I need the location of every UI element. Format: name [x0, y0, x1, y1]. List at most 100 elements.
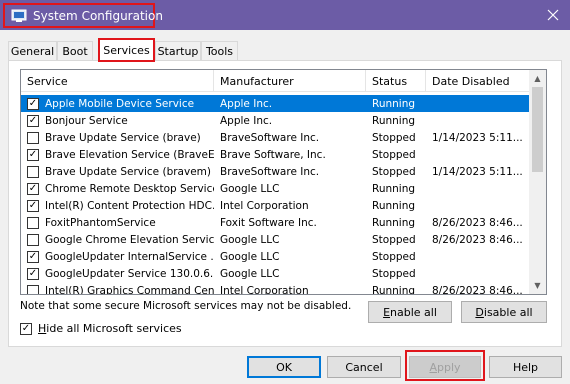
apply-mnemonic: A	[429, 360, 437, 374]
ok-button[interactable]: OK	[247, 356, 321, 378]
manufacturer-cell: Google LLC	[220, 267, 280, 280]
service-cell: ✓ Chrome Remote Desktop Service	[21, 182, 214, 195]
service-name: Brave Elevation Service (BraveEl...	[45, 148, 214, 161]
table-row[interactable]: ✓ GoogleUpdater InternalService ... Google…	[21, 248, 530, 265]
date-disabled-cell: 8/26/2023 8:46...	[432, 233, 523, 246]
title-highlight-box: System Configuration	[3, 3, 163, 28]
service-checkbox[interactable]	[27, 131, 39, 144]
date-disabled-cell: 1/14/2023 5:11...	[432, 131, 523, 144]
service-checkbox[interactable]	[27, 165, 39, 178]
service-checkbox[interactable]: ✓	[27, 148, 39, 161]
service-rows: ✓ Apple Mobile Device Service Apple Inc. Ru…	[21, 95, 530, 295]
hide-microsoft-services-label: Hide all Microsoft services	[38, 322, 182, 335]
enable-all-mnemonic: E	[383, 305, 391, 319]
close-button[interactable]	[536, 0, 570, 30]
services-list[interactable]: Service Manufacturer Status Date Disable…	[20, 69, 547, 295]
service-cell: FoxitPhantomService	[21, 216, 214, 229]
service-cell: ✓ Brave Elevation Service (BraveEl...	[21, 148, 214, 161]
table-row[interactable]: ✓ Apple Mobile Device Service Apple Inc. Ru…	[21, 95, 530, 112]
apply-button[interactable]: Apply	[409, 356, 481, 378]
service-cell: Google Chrome Elevation Servic...	[21, 233, 214, 246]
table-row[interactable]: ✓ GoogleUpdater Service 130.0.6... Google …	[21, 265, 530, 282]
table-row[interactable]: Google Chrome Elevation Servic... Google …	[21, 231, 530, 248]
manufacturer-cell: Google LLC	[220, 233, 280, 246]
table-row[interactable]: ✓ Brave Elevation Service (BraveEl... Brav…	[21, 146, 530, 163]
table-row[interactable]: Brave Update Service (bravem) BraveSoftwa…	[21, 163, 530, 180]
table-row[interactable]: Brave Update Service (brave) BraveSoftwar…	[21, 129, 530, 146]
apply-label: pply	[437, 360, 461, 374]
service-checkbox[interactable]: ✓	[27, 250, 39, 263]
service-checkbox[interactable]: ✓	[27, 97, 39, 110]
service-cell: Intel(R) Graphics Command Cen...	[21, 284, 214, 295]
table-row[interactable]: FoxitPhantomService Foxit Software Inc. Ru…	[21, 214, 530, 231]
disable-all-mnemonic: D	[475, 305, 484, 319]
service-name: Bonjour Service	[45, 114, 128, 127]
table-row[interactable]: ✓ Bonjour Service Apple Inc. Running	[21, 112, 530, 129]
table-row[interactable]: ✓ Chrome Remote Desktop Service Google LLC…	[21, 180, 530, 197]
hide-microsoft-services-option[interactable]: ✓ Hide all Microsoft services	[20, 322, 182, 335]
manufacturer-cell: Google LLC	[220, 250, 280, 263]
service-name: Intel(R) Graphics Command Cen...	[45, 284, 214, 295]
service-name: Apple Mobile Device Service	[45, 97, 195, 110]
column-header-service[interactable]: Service	[21, 70, 214, 92]
manufacturer-cell: Foxit Software Inc.	[220, 216, 317, 229]
scroll-up-icon[interactable]: ▲	[529, 70, 546, 87]
help-button[interactable]: Help	[489, 356, 562, 378]
tab-boot[interactable]: Boot	[57, 41, 93, 60]
service-name: GoogleUpdater Service 130.0.6...	[45, 267, 214, 280]
window-title: System Configuration	[33, 8, 163, 23]
service-checkbox[interactable]: ✓	[27, 199, 39, 212]
vertical-scrollbar[interactable]: ▲ ▼	[529, 70, 546, 294]
service-cell: Brave Update Service (brave)	[21, 131, 214, 144]
column-header-status[interactable]: Status	[366, 70, 426, 92]
tab-services[interactable]: Services	[98, 38, 155, 61]
service-checkbox[interactable]	[27, 233, 39, 246]
enable-all-button[interactable]: Enable all	[368, 301, 452, 323]
manufacturer-cell: BraveSoftware Inc.	[220, 165, 320, 178]
date-disabled-cell: 8/26/2023 8:46...	[432, 216, 523, 229]
cancel-button[interactable]: Cancel	[327, 356, 401, 378]
disable-all-button[interactable]: Disable all	[461, 301, 547, 323]
table-row[interactable]: ✓ Intel(R) Content Protection HDC... Intel…	[21, 197, 530, 214]
close-icon	[547, 9, 559, 21]
service-checkbox[interactable]: ✓	[27, 114, 39, 127]
manufacturer-cell: Apple Inc.	[220, 114, 273, 127]
status-cell: Stopped	[372, 131, 416, 144]
service-cell: ✓ Bonjour Service	[21, 114, 214, 127]
status-cell: Stopped	[372, 233, 416, 246]
service-checkbox[interactable]: ✓	[27, 267, 39, 280]
tab-general[interactable]: General	[8, 41, 57, 60]
hide-ms-label-rest: ide all Microsoft services	[46, 322, 182, 335]
tab-startup[interactable]: Startup	[155, 41, 201, 60]
status-cell: Stopped	[372, 148, 416, 161]
service-checkbox[interactable]	[27, 216, 39, 229]
manufacturer-cell: BraveSoftware Inc.	[220, 131, 320, 144]
status-cell: Running	[372, 284, 416, 295]
scroll-down-icon[interactable]: ▼	[529, 277, 546, 294]
status-cell: Stopped	[372, 267, 416, 280]
service-name: Brave Update Service (brave)	[45, 131, 201, 144]
manufacturer-cell: Intel Corporation	[220, 284, 309, 295]
service-cell: ✓ Intel(R) Content Protection HDC...	[21, 199, 214, 212]
service-name: Brave Update Service (bravem)	[45, 165, 211, 178]
secure-services-note: Note that some secure Microsoft services…	[20, 300, 352, 312]
manufacturer-cell: Apple Inc.	[220, 97, 273, 110]
table-row[interactable]: Intel(R) Graphics Command Cen... Intel Co…	[21, 282, 530, 295]
service-name: Google Chrome Elevation Servic...	[45, 233, 214, 246]
scrollbar-thumb[interactable]	[532, 87, 543, 172]
enable-all-label: nable all	[390, 305, 437, 319]
service-checkbox[interactable]	[27, 284, 39, 294]
service-name: Chrome Remote Desktop Service	[45, 182, 214, 195]
tab-tools[interactable]: Tools	[201, 41, 238, 60]
column-header-manufacturer[interactable]: Manufacturer	[214, 70, 366, 92]
service-checkbox[interactable]: ✓	[27, 182, 39, 195]
manufacturer-cell: Brave Software, Inc.	[220, 148, 326, 161]
status-cell: Running	[372, 216, 416, 229]
date-disabled-cell: 8/26/2023 8:46...	[432, 284, 523, 295]
hide-microsoft-services-checkbox[interactable]: ✓	[20, 322, 32, 335]
date-disabled-cell: 1/14/2023 5:11...	[432, 165, 523, 178]
title-bar: System Configuration	[0, 0, 570, 30]
status-cell: Running	[372, 114, 416, 127]
column-header-date-disabled[interactable]: Date Disabled	[426, 70, 531, 92]
service-name: FoxitPhantomService	[45, 216, 156, 229]
